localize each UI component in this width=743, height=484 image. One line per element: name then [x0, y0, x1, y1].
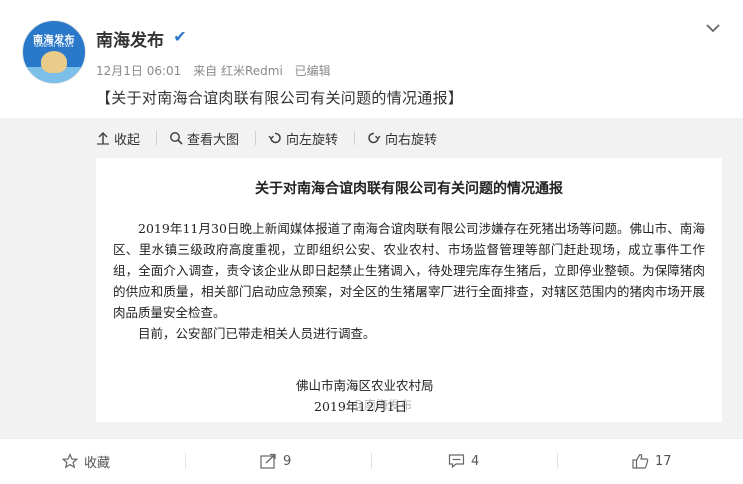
post-header: 南海发布 NANHAI NEWS 南海发布 ✔ 12月1日 06:01 来自 红… [0, 0, 743, 112]
image-viewer: 收起 查看大图 向左旋转 向右旋转 关于对南海合谊肉联有限公司有关问题的情况通报… [0, 118, 743, 438]
document-paragraph: 目前，公安部门已带走相关人员进行调查。 [138, 326, 376, 341]
toolbar-divider [354, 131, 356, 145]
rotate-right-button[interactable]: 向右旋转 [367, 129, 437, 148]
footer-divider [185, 453, 186, 469]
toolbar-divider [156, 131, 158, 145]
rotate-right-label: 向右旋转 [385, 132, 438, 148]
document-paragraph: 2019年11月30日晚上新闻媒体报道了南海合谊肉联有限公司涉嫌存在死猪出场等问… [113, 221, 705, 320]
document-body: 2019年11月30日晚上新闻媒体报道了南海合谊肉联有限公司涉嫌存在死猪出场等问… [113, 218, 705, 344]
comment-icon [448, 454, 465, 469]
thumbs-up-icon [632, 453, 649, 469]
repost-button[interactable]: 9 [260, 451, 291, 471]
toolbar-divider [255, 131, 257, 145]
post-time[interactable]: 12月1日 06:01 [96, 64, 181, 78]
star-icon [62, 453, 78, 469]
watermark: @南海发布 [352, 398, 413, 412]
rotate-left-button[interactable]: 向左旋转 [268, 129, 338, 148]
search-icon [170, 132, 183, 145]
rotate-left-label: 向左旋转 [286, 132, 339, 148]
view-large-button[interactable]: 查看大图 [169, 129, 239, 148]
collapse-label: 收起 [114, 132, 141, 148]
rotate-left-icon [268, 132, 281, 144]
collapse-button[interactable]: 收起 [96, 129, 140, 148]
avatar[interactable]: 南海发布 NANHAI NEWS [22, 20, 86, 84]
repost-count: 9 [283, 453, 292, 469]
footer-divider [371, 453, 372, 469]
comment-button[interactable]: 4 [448, 451, 479, 471]
image-toolbar: 收起 查看大图 向左旋转 向右旋转 [96, 128, 453, 148]
edited-label: 已编辑 [294, 64, 331, 78]
view-large-label: 查看大图 [187, 132, 240, 148]
comment-count: 4 [471, 453, 480, 469]
verified-icon: ✔ [171, 28, 189, 46]
document-title: 关于对南海合谊肉联有限公司有关问题的情况通报 [255, 181, 563, 197]
footer-divider [557, 453, 558, 469]
like-count: 17 [655, 453, 672, 469]
document-signature: 佛山市南海区农业农村局 [296, 378, 434, 393]
favorite-button[interactable]: 收藏 [62, 451, 110, 471]
notice-document-image[interactable]: 关于对南海合谊肉联有限公司有关问题的情况通报 2019年11月30日晚上新闻媒体… [96, 158, 722, 422]
rotate-right-icon [368, 132, 381, 144]
share-icon [260, 453, 276, 469]
post-source: 来自 红米Redmi [193, 64, 283, 78]
avatar-mascot [41, 51, 67, 73]
avatar-subtitle: NANHAI NEWS [34, 43, 74, 49]
action-bar: 收藏 9 4 17 [0, 438, 743, 484]
like-button[interactable]: 17 [632, 451, 672, 471]
chevron-down-icon[interactable] [703, 18, 723, 38]
collapse-arrow-icon [97, 131, 109, 145]
post-meta: 12月1日 06:01 来自 红米Redmi 已编辑 [96, 62, 339, 79]
username[interactable]: 南海发布 [96, 26, 164, 51]
favorite-label: 收藏 [84, 455, 111, 471]
post-title: 【关于对南海合谊肉联有限公司有关问题的情况通报】 [96, 89, 464, 107]
